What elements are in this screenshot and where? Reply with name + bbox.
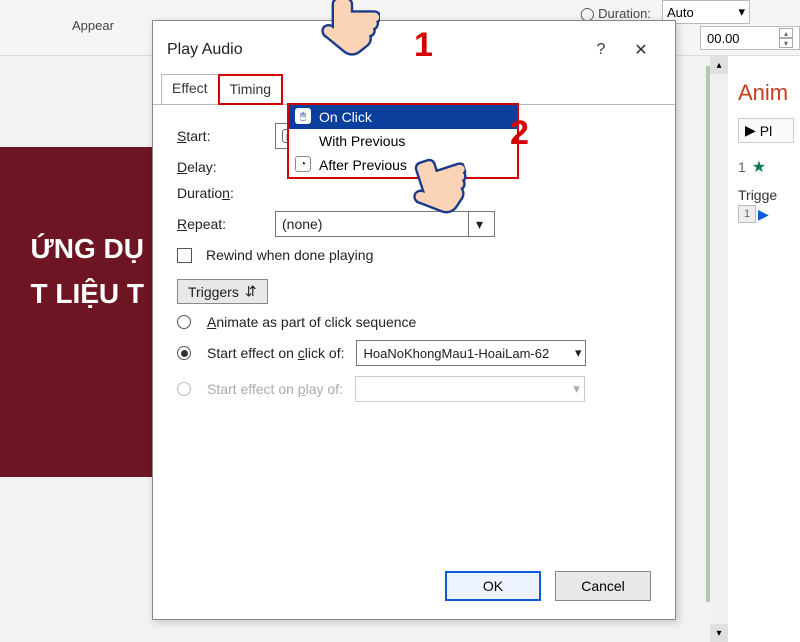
ok-button[interactable]: OK — [445, 571, 541, 601]
play-button[interactable]: ▶ Pl — [738, 118, 794, 143]
slide-preview: ỨNG DỤ T LIỆU T — [0, 147, 152, 477]
duration-label: Duration: — [177, 185, 267, 201]
scroll-up-button[interactable]: ▴ — [710, 56, 728, 74]
slide-text-2: T LIỆU T — [0, 272, 144, 317]
star-icon: ★ — [752, 157, 766, 177]
trigger-label: Trigge — [738, 187, 794, 203]
play-of-label: Start effect on play of: — [207, 381, 343, 397]
radio-click-of[interactable] — [177, 346, 191, 360]
annotation-1: 1 — [414, 26, 433, 65]
scroll-down-button[interactable]: ▾ — [710, 624, 728, 642]
close-button[interactable]: ✕ — [621, 34, 661, 66]
ribbon-delay-spinner[interactable]: 00.00 ▴▾ — [700, 26, 800, 50]
play-of-combobox: ▾ — [355, 376, 585, 402]
repeat-label: Repeat: — [177, 216, 267, 232]
rewind-checkbox[interactable] — [177, 248, 192, 263]
pointer-hand-1 — [300, 0, 380, 78]
vertical-scrollbar[interactable]: ▴ ▾ — [710, 56, 728, 642]
radio-animate-sequence[interactable] — [177, 315, 191, 329]
play-audio-dialog: Play Audio ? ✕ Effect Timing Start: 🖱On … — [152, 20, 676, 620]
annotation-2: 2 — [510, 114, 529, 153]
tab-effect[interactable]: Effect — [161, 74, 218, 105]
clock-icon: ◔ — [295, 156, 311, 172]
click-of-label: Start effect on click of: — [207, 345, 344, 361]
chevron-down-icon: ▾ — [573, 381, 580, 397]
updown-icon: ⇵ — [245, 283, 257, 300]
start-label: Start: — [177, 128, 267, 144]
anim-item-index: 1 — [738, 159, 746, 175]
dialog-tabs: Effect Timing — [153, 67, 675, 105]
click-of-combobox[interactable]: HoaNoKhongMau1-HoaiLam-62 ▾ — [356, 340, 586, 366]
start-option-on-click[interactable]: 🖱 On Click — [289, 105, 517, 129]
animation-pane-title: Anim — [738, 80, 794, 106]
start-option-with-previous[interactable]: With Previous — [289, 129, 517, 153]
dialog-footer: OK Cancel — [445, 571, 651, 601]
delay-label: Delay: — [177, 159, 267, 175]
cancel-button[interactable]: Cancel — [555, 571, 651, 601]
chevron-down-icon[interactable]: ▾ — [575, 345, 582, 361]
triggers-button[interactable]: Triggers⇵ — [177, 279, 268, 304]
tab-timing[interactable]: Timing — [218, 74, 284, 105]
trigger-item[interactable]: 1 ▶ — [738, 205, 794, 223]
slide-text-1: ỨNG DỤ — [0, 227, 144, 272]
ribbon-appear-label: Appear — [72, 18, 114, 33]
mouse-icon: 🖱 — [295, 108, 311, 124]
play-icon: ▶ — [758, 206, 769, 223]
animation-pane: Anim ▶ Pl 1 ★ Trigge 1 ▶ — [728, 56, 800, 642]
radio-play-of — [177, 382, 191, 396]
trigger-item-index: 1 — [738, 205, 756, 223]
animate-sequence-label: Animate as part of click sequence — [207, 314, 416, 330]
help-button[interactable]: ? — [581, 34, 621, 66]
rewind-label: Rewind when done playing — [206, 247, 373, 263]
